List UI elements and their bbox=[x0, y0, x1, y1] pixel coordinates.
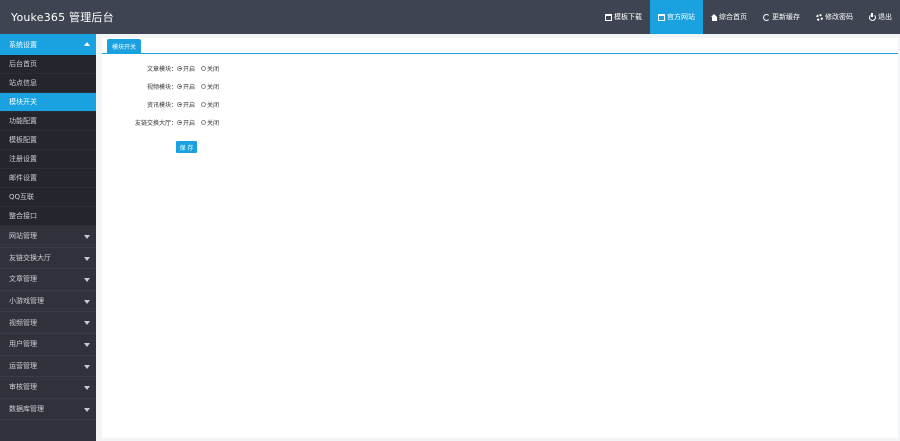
topnav-logout[interactable]: 退出 bbox=[861, 0, 900, 34]
sidebar-group-label: 视频管理 bbox=[9, 318, 37, 327]
top-bar: Youke365 管理后台 模板下载 官方网站 综合首页 更新缓存 修改密码 退… bbox=[0, 0, 900, 34]
sidebar-item[interactable]: 模板配置 bbox=[0, 131, 96, 150]
save-button[interactable]: 保 存 bbox=[176, 141, 197, 153]
sidebar-group-label: 网站管理 bbox=[9, 232, 37, 241]
topnav-home[interactable]: 综合首页 bbox=[703, 0, 755, 34]
refresh-icon bbox=[763, 13, 770, 21]
radio-checked-icon bbox=[177, 65, 182, 71]
topnav-label: 退出 bbox=[878, 13, 892, 21]
power-icon bbox=[869, 12, 876, 21]
topnav-refresh-cache[interactable]: 更新缓存 bbox=[755, 0, 808, 34]
sidebar-group[interactable]: 数据库管理 bbox=[0, 399, 96, 421]
radio-on[interactable]: 开启 bbox=[177, 118, 195, 127]
window-icon bbox=[605, 13, 612, 21]
radio-label: 开启 bbox=[183, 83, 196, 91]
topnav-label: 官方网站 bbox=[667, 13, 695, 21]
form-row: 文章模块： 开启 关闭 bbox=[102, 62, 225, 74]
gear-icon bbox=[816, 13, 823, 21]
sidebar-item[interactable]: QQ互联 bbox=[0, 188, 96, 207]
topnav-label: 更新缓存 bbox=[772, 13, 800, 21]
sidebar-group[interactable]: 运营管理 bbox=[0, 356, 96, 378]
form-label: 友链交换大厅： bbox=[134, 119, 177, 127]
main-content: 模块开关 文章模块： 开启 关闭 视频模块： 开启 关闭 资讯模块： 开启 关闭… bbox=[96, 34, 900, 441]
content-panel: 模块开关 文章模块： 开启 关闭 视频模块： 开启 关闭 资讯模块： 开启 关闭… bbox=[102, 38, 898, 438]
sidebar-group[interactable]: 文章管理 bbox=[0, 269, 96, 291]
chevron-down-icon bbox=[84, 407, 90, 412]
sidebar-group[interactable]: 友链交换大厅 bbox=[0, 248, 96, 270]
sidebar-group-label: 审核管理 bbox=[9, 383, 37, 392]
tab-module-switch[interactable]: 模块开关 bbox=[107, 39, 142, 54]
radio-label: 关闭 bbox=[207, 101, 220, 109]
sidebar-group-label: 文章管理 bbox=[9, 275, 37, 284]
sidebar: 系统设置 后台首页 站点信息 模块开关 功能配置 模板配置 注册设置 邮件设置 … bbox=[0, 34, 96, 441]
chevron-down-icon bbox=[84, 278, 90, 283]
sidebar-submenu: 后台首页 站点信息 模块开关 功能配置 模板配置 注册设置 邮件设置 QQ互联 … bbox=[0, 55, 96, 226]
home-icon bbox=[711, 13, 717, 21]
radio-unchecked-icon bbox=[201, 101, 207, 107]
form-row: 视频模块： 开启 关闭 bbox=[102, 80, 225, 92]
radio-off[interactable]: 关闭 bbox=[201, 100, 219, 109]
sidebar-item[interactable]: 注册设置 bbox=[0, 150, 96, 169]
chevron-down-icon bbox=[84, 235, 90, 239]
sidebar-group-label: 运营管理 bbox=[9, 361, 37, 370]
radio-on[interactable]: 开启 bbox=[177, 82, 195, 91]
sidebar-group[interactable]: 视频管理 bbox=[0, 312, 96, 334]
sidebar-item[interactable]: 邮件设置 bbox=[0, 169, 96, 188]
window-icon bbox=[658, 13, 665, 21]
form-row: 友链交换大厅： 开启 关闭 bbox=[102, 116, 225, 128]
sidebar-item-active[interactable]: 模块开关 bbox=[0, 93, 96, 112]
sidebar-group[interactable]: 小游戏管理 bbox=[0, 291, 96, 313]
radio-off[interactable]: 关闭 bbox=[201, 82, 219, 91]
chevron-up-icon bbox=[84, 42, 90, 46]
topnav-label: 模板下载 bbox=[614, 13, 642, 21]
radio-label: 关闭 bbox=[207, 83, 220, 91]
sidebar-group-label: 用户管理 bbox=[9, 340, 37, 349]
radio-off[interactable]: 关闭 bbox=[201, 118, 219, 127]
radio-on[interactable]: 开启 bbox=[177, 64, 195, 73]
radio-checked-icon bbox=[177, 101, 182, 107]
chevron-down-icon bbox=[84, 342, 90, 347]
sidebar-group-label: 小游戏管理 bbox=[9, 297, 44, 306]
sidebar-item[interactable]: 后台首页 bbox=[0, 55, 96, 74]
topnav-label: 综合首页 bbox=[719, 13, 747, 21]
topnav-official-site[interactable]: 官方网站 bbox=[650, 0, 703, 34]
sidebar-item[interactable]: 整合接口 bbox=[0, 207, 96, 226]
radio-label: 开启 bbox=[183, 101, 196, 109]
form-label: 文章模块： bbox=[146, 65, 177, 73]
chevron-down-icon bbox=[84, 299, 90, 304]
radio-unchecked-icon bbox=[201, 119, 207, 125]
radio-label: 关闭 bbox=[207, 65, 220, 73]
topnav-label: 修改密码 bbox=[825, 13, 853, 21]
top-nav: 模板下载 官方网站 综合首页 更新缓存 修改密码 退出 bbox=[597, 0, 900, 34]
chevron-down-icon bbox=[84, 386, 90, 391]
sidebar-group[interactable]: 用户管理 bbox=[0, 334, 96, 356]
sidebar-item[interactable]: 功能配置 bbox=[0, 112, 96, 131]
sidebar-item[interactable]: 站点信息 bbox=[0, 74, 96, 93]
radio-label: 开启 bbox=[183, 119, 196, 127]
radio-off[interactable]: 关闭 bbox=[201, 64, 219, 73]
radio-label: 关闭 bbox=[207, 119, 220, 127]
sidebar-group-label: 系统设置 bbox=[9, 40, 37, 49]
tab-bar: 模块开关 bbox=[102, 38, 898, 54]
radio-on[interactable]: 开启 bbox=[177, 100, 195, 109]
sidebar-group-system-settings[interactable]: 系统设置 bbox=[0, 34, 96, 55]
radio-label: 开启 bbox=[183, 65, 196, 73]
chevron-down-icon bbox=[84, 364, 90, 369]
chevron-down-icon bbox=[84, 256, 90, 261]
radio-unchecked-icon bbox=[201, 65, 207, 71]
chevron-down-icon bbox=[84, 321, 90, 326]
radio-checked-icon bbox=[177, 119, 182, 125]
topnav-template-download[interactable]: 模板下载 bbox=[597, 0, 650, 34]
app-title: Youke365 管理后台 bbox=[11, 11, 114, 24]
form-row: 资讯模块： 开启 关闭 bbox=[102, 98, 225, 110]
form-label: 视频模块： bbox=[146, 83, 177, 91]
sidebar-group-label: 友链交换大厅 bbox=[9, 253, 51, 262]
sidebar-group[interactable]: 网站管理 bbox=[0, 226, 96, 248]
radio-checked-icon bbox=[177, 83, 182, 89]
radio-unchecked-icon bbox=[201, 83, 207, 89]
form-label: 资讯模块： bbox=[146, 101, 177, 109]
topnav-change-password[interactable]: 修改密码 bbox=[808, 0, 861, 34]
sidebar-group-label: 数据库管理 bbox=[9, 405, 44, 414]
sidebar-group[interactable]: 审核管理 bbox=[0, 377, 96, 399]
